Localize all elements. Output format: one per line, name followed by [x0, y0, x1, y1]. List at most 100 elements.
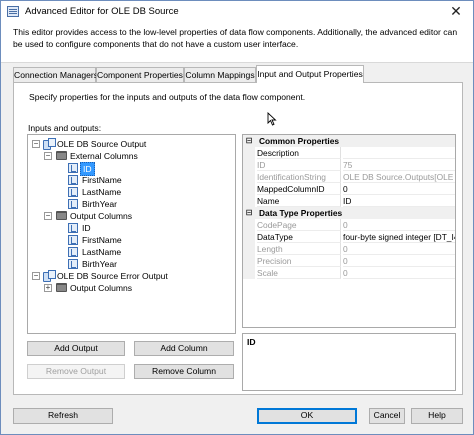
collapse-toggle-icon[interactable]: −: [32, 140, 40, 148]
cancel-button[interactable]: Cancel: [369, 408, 405, 424]
collapse-toggle-icon[interactable]: −: [32, 272, 40, 280]
property-row-length[interactable]: Length 0: [243, 243, 455, 255]
header-description-area: This editor provides access to the low-l…: [1, 23, 473, 63]
tree-label: OLE DB Source Output: [57, 139, 147, 149]
tree-node-external-column[interactable]: ID: [28, 162, 234, 176]
category-data-type-properties[interactable]: ⊟ Data Type Properties: [243, 207, 455, 219]
panel-description: Specify properties for the inputs and ou…: [29, 92, 306, 102]
tree-node-output-column[interactable]: LastName: [28, 246, 234, 258]
expand-toggle-icon[interactable]: +: [44, 284, 52, 292]
category-label: Common Properties: [259, 136, 340, 146]
collapse-toggle-icon[interactable]: −: [44, 212, 52, 220]
remove-output-button[interactable]: Remove Output: [27, 364, 125, 379]
folder-icon: [56, 283, 67, 292]
tree-label: External Columns: [70, 151, 138, 161]
property-value[interactable]: 0: [343, 255, 455, 267]
tree-label: Output Columns: [70, 211, 133, 221]
property-grid[interactable]: ⊟ Common Properties Description ID 75 Id…: [242, 134, 456, 328]
tree-label: FirstName: [82, 175, 122, 185]
property-name: ID: [257, 159, 341, 171]
property-row-name[interactable]: Name ID: [243, 195, 455, 207]
property-value[interactable]: 0: [343, 183, 455, 195]
app-icon: [7, 6, 19, 17]
tab-input-output-properties[interactable]: Input and Output Properties: [256, 65, 364, 83]
tree-label: FirstName: [82, 235, 122, 245]
refresh-button[interactable]: Refresh: [13, 408, 113, 424]
tree-label: OLE DB Source Error Output: [57, 271, 168, 281]
tree-node-output-column[interactable]: ID: [28, 222, 234, 234]
property-value[interactable]: 0: [343, 243, 455, 255]
column-icon: [68, 163, 78, 173]
add-column-button[interactable]: Add Column: [134, 341, 234, 356]
property-name: Scale: [257, 267, 341, 279]
category-label: Data Type Properties: [259, 208, 343, 218]
header-description: This editor provides access to the low-l…: [13, 27, 458, 49]
tree-node-error-output[interactable]: − OLE DB Source Error Output: [28, 270, 234, 282]
property-name: MappedColumnID: [257, 183, 341, 195]
tree-label: LastName: [82, 247, 122, 257]
tree-node-source-output[interactable]: − OLE DB Source Output: [28, 138, 234, 150]
column-icon: [68, 187, 78, 197]
property-name: Precision: [257, 255, 341, 267]
data-source-icon: [43, 138, 56, 150]
property-row-scale[interactable]: Scale 0: [243, 267, 455, 279]
column-icon: [68, 175, 78, 185]
tree-label: LastName: [82, 187, 122, 197]
tree-node-output-columns[interactable]: − Output Columns: [28, 210, 234, 222]
property-name: CodePage: [257, 219, 341, 231]
property-row-description[interactable]: Description: [243, 147, 455, 159]
property-value[interactable]: OLE DB Source.Outputs[OLE DB: [343, 171, 455, 183]
tree-label: Output Columns: [70, 283, 133, 293]
add-output-button[interactable]: Add Output: [27, 341, 125, 356]
tree-node-output-column[interactable]: BirthYear: [28, 258, 234, 270]
help-button[interactable]: Help: [411, 408, 463, 424]
tree-label: BirthYear: [82, 259, 118, 269]
collapse-toggle-icon[interactable]: −: [44, 152, 52, 160]
property-name: DataType: [257, 231, 341, 243]
property-value[interactable]: 0: [343, 219, 455, 231]
property-name: Length: [257, 243, 341, 255]
property-row-id[interactable]: ID 75: [243, 159, 455, 171]
folder-icon: [56, 211, 67, 220]
property-value[interactable]: ID: [343, 195, 455, 207]
tab-connection-managers[interactable]: Connection Managers: [13, 67, 98, 82]
property-value[interactable]: 0: [343, 267, 455, 279]
tab-column-mappings[interactable]: Column Mappings: [184, 67, 256, 82]
property-name: Description: [257, 147, 341, 159]
property-row-data-type[interactable]: DataType four-byte signed integer [DT_I4: [243, 231, 455, 243]
property-row-precision[interactable]: Precision 0: [243, 255, 455, 267]
collapse-category-icon[interactable]: ⊟: [245, 209, 253, 217]
tree-node-external-column[interactable]: LastName: [28, 186, 234, 198]
property-row-code-page[interactable]: CodePage 0: [243, 219, 455, 231]
inputs-outputs-tree[interactable]: − OLE DB Source Output − External Column…: [27, 134, 236, 334]
property-value[interactable]: four-byte signed integer [DT_I4: [343, 231, 455, 243]
close-icon[interactable]: ✕: [439, 1, 473, 23]
tree-node-error-output-columns[interactable]: + Output Columns: [28, 282, 234, 294]
tree-node-external-column[interactable]: BirthYear: [28, 198, 234, 210]
property-name: Name: [257, 195, 341, 207]
property-row-mapped-column-id[interactable]: MappedColumnID 0: [243, 183, 455, 195]
column-icon: [68, 247, 78, 257]
advanced-editor-window: Advanced Editor for OLE DB Source ✕ This…: [0, 0, 474, 435]
property-row-identification-string[interactable]: IdentificationString OLE DB Source.Outpu…: [243, 171, 455, 183]
window-title: Advanced Editor for OLE DB Source: [25, 6, 179, 17]
property-value[interactable]: 75: [343, 159, 455, 171]
tab-panel: Specify properties for the inputs and ou…: [13, 82, 463, 395]
data-source-icon: [43, 270, 56, 282]
inputs-outputs-label: Inputs and outputs:: [28, 123, 102, 133]
property-description-panel: ID: [242, 333, 456, 391]
property-description-title: ID: [247, 337, 256, 347]
tree-node-external-column[interactable]: FirstName: [28, 174, 234, 186]
folder-icon: [56, 151, 67, 160]
tree-node-external-columns[interactable]: − External Columns: [28, 150, 234, 162]
category-common-properties[interactable]: ⊟ Common Properties: [243, 135, 455, 147]
ok-button[interactable]: OK: [257, 408, 357, 424]
tree-node-output-column[interactable]: FirstName: [28, 234, 234, 246]
column-icon: [68, 199, 78, 209]
collapse-category-icon[interactable]: ⊟: [245, 137, 253, 145]
column-icon: [68, 235, 78, 245]
property-value[interactable]: [343, 147, 455, 159]
remove-column-button[interactable]: Remove Column: [134, 364, 234, 379]
tab-component-properties[interactable]: Component Properties: [96, 67, 184, 82]
tree-label: ID: [82, 223, 91, 233]
